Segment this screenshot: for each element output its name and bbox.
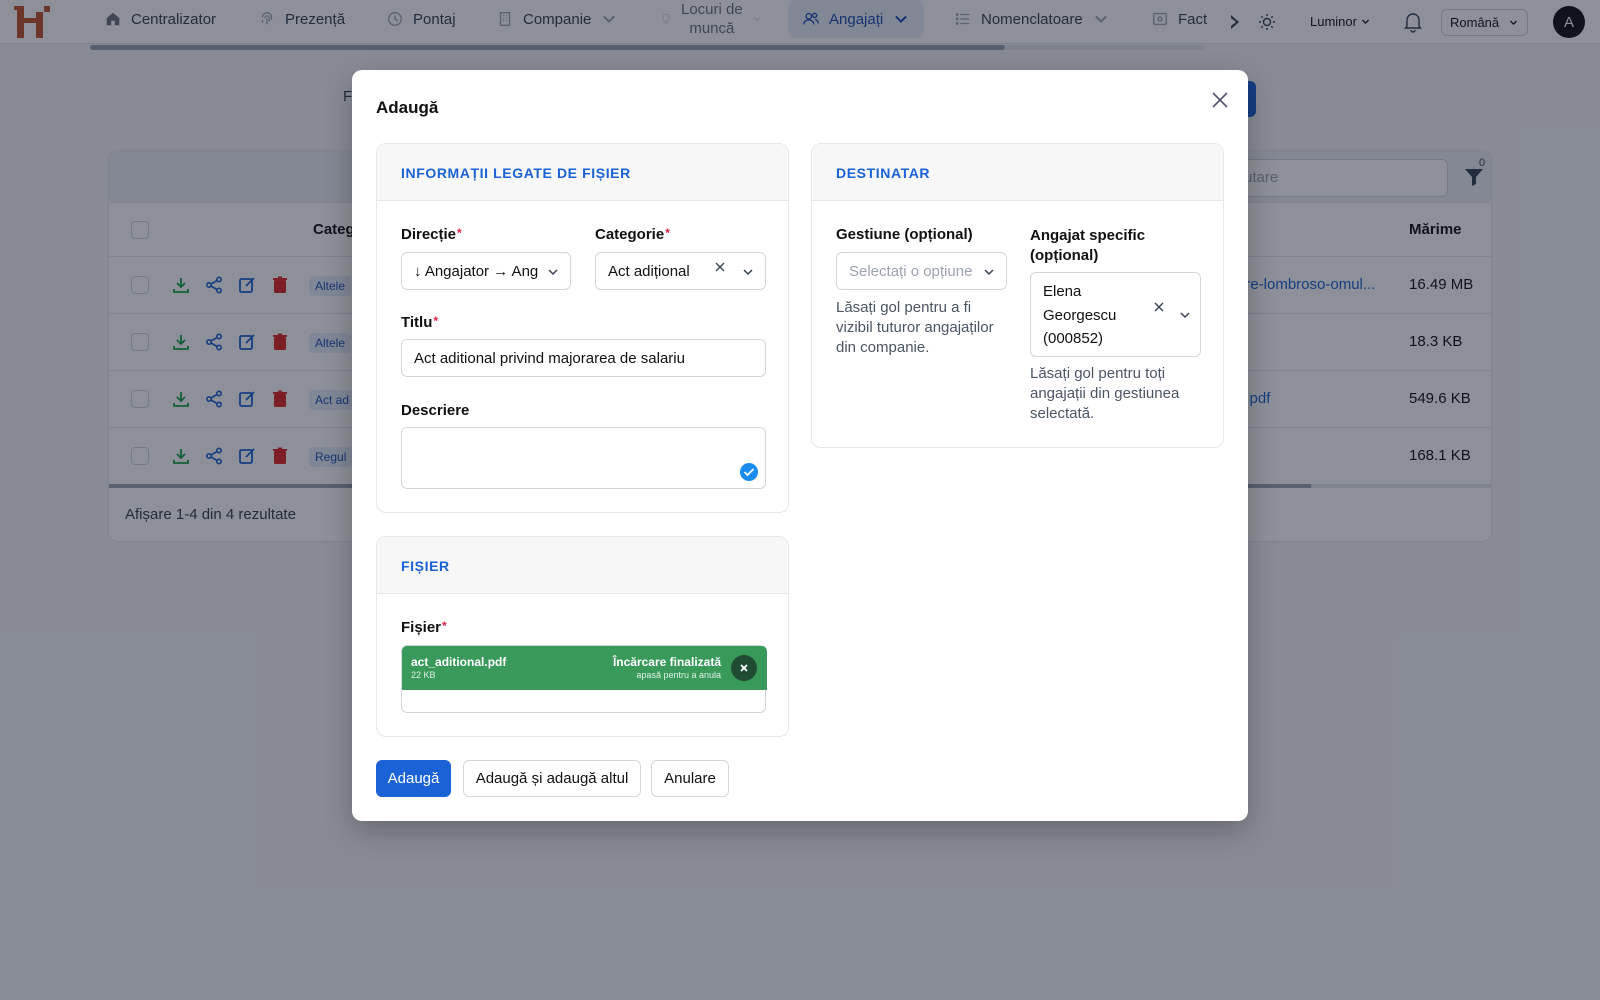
chevron-down-icon	[984, 269, 994, 276]
chevron-down-icon	[1180, 312, 1190, 319]
gestiune-select[interactable]: Selectați o opțiune	[836, 252, 1007, 290]
file-label: Fișier*	[401, 619, 447, 636]
direction-label-text: Direcție	[401, 226, 457, 243]
clear-selection-icon[interactable]	[1152, 300, 1166, 314]
required-asterisk: *	[665, 226, 670, 240]
direction-label: Direcție*	[401, 226, 462, 243]
upload-status: Încărcare finalizată	[612, 655, 721, 669]
title-label-text: Titlu	[401, 314, 433, 331]
file-upload-dropzone[interactable]: act_aditional.pdf 22 KB Încărcare finali…	[401, 645, 767, 713]
file-info-heading: INFORMAȚII LEGATE DE FIȘIER	[377, 144, 788, 201]
uploaded-file-size: 22 KB	[411, 670, 436, 680]
direction-select[interactable]: ↓ Angajator → Ang	[401, 252, 571, 290]
cancel-button[interactable]: Anulare	[651, 760, 729, 797]
required-asterisk: *	[442, 619, 447, 633]
recipient-section: DESTINATAR Gestiune (opțional) Selectați…	[811, 143, 1224, 448]
file-info-section: INFORMAȚII LEGATE DE FIȘIER Direcție* ↓ …	[376, 143, 789, 513]
uploaded-file-name: act_aditional.pdf	[411, 655, 507, 669]
gestiune-help-text: Lăsați gol pentru a fi vizibil tuturor a…	[836, 299, 994, 356]
add-document-modal: Adaugă INFORMAȚII LEGATE DE FIȘIER Direc…	[352, 70, 1248, 821]
required-asterisk: *	[457, 226, 462, 240]
category-label-text: Categorie	[595, 226, 665, 243]
submit-and-add-another-button[interactable]: Adaugă și adaugă altul	[463, 760, 641, 797]
category-value: Act adițional	[608, 263, 690, 280]
title-value: Act aditional privind majorarea de salar…	[414, 350, 685, 367]
chevron-down-icon	[548, 269, 558, 276]
chevron-down-icon	[743, 269, 753, 276]
employee-value: Elena Georgescu (000852)	[1043, 283, 1117, 347]
uploaded-file-item[interactable]: act_aditional.pdf 22 KB Încărcare finali…	[402, 646, 767, 690]
description-label: Descriere	[401, 402, 470, 419]
close-icon	[740, 664, 748, 672]
gestiune-label: Gestiune (opțional)	[836, 226, 973, 243]
file-label-text: Fișier	[401, 619, 442, 636]
file-section: FIȘIER Fișier* act_aditional.pdf 22 KB Î…	[376, 536, 789, 737]
close-icon[interactable]	[1210, 90, 1230, 110]
title-label: Titlu*	[401, 314, 438, 331]
employee-label: Angajat specific (opțional)	[1030, 227, 1146, 264]
title-input[interactable]: Act aditional privind majorarea de salar…	[401, 339, 766, 377]
employee-select[interactable]: Elena Georgescu (000852)	[1030, 272, 1201, 357]
gestiune-placeholder: Selectați o opțiune	[849, 263, 973, 280]
file-heading: FIȘIER	[377, 537, 788, 594]
modal-title: Adaugă	[376, 98, 439, 117]
category-select[interactable]: Act adițional	[595, 252, 766, 290]
clear-selection-icon[interactable]	[713, 260, 727, 274]
employee-help-text: Lăsați gol pentru toți angajații din ges…	[1030, 365, 1180, 422]
required-asterisk: *	[433, 314, 439, 328]
upload-cancel-hint: apasă pentru a anula	[636, 670, 721, 680]
direction-value: ↓ Angajator → Ang	[414, 263, 539, 280]
description-textarea[interactable]	[401, 427, 766, 489]
spellcheck-badge-icon[interactable]	[739, 462, 759, 482]
recipient-heading: DESTINATAR	[812, 144, 1223, 201]
submit-button[interactable]: Adaugă	[376, 760, 451, 797]
category-label: Categorie*	[595, 226, 670, 243]
remove-file-button[interactable]	[731, 655, 757, 681]
